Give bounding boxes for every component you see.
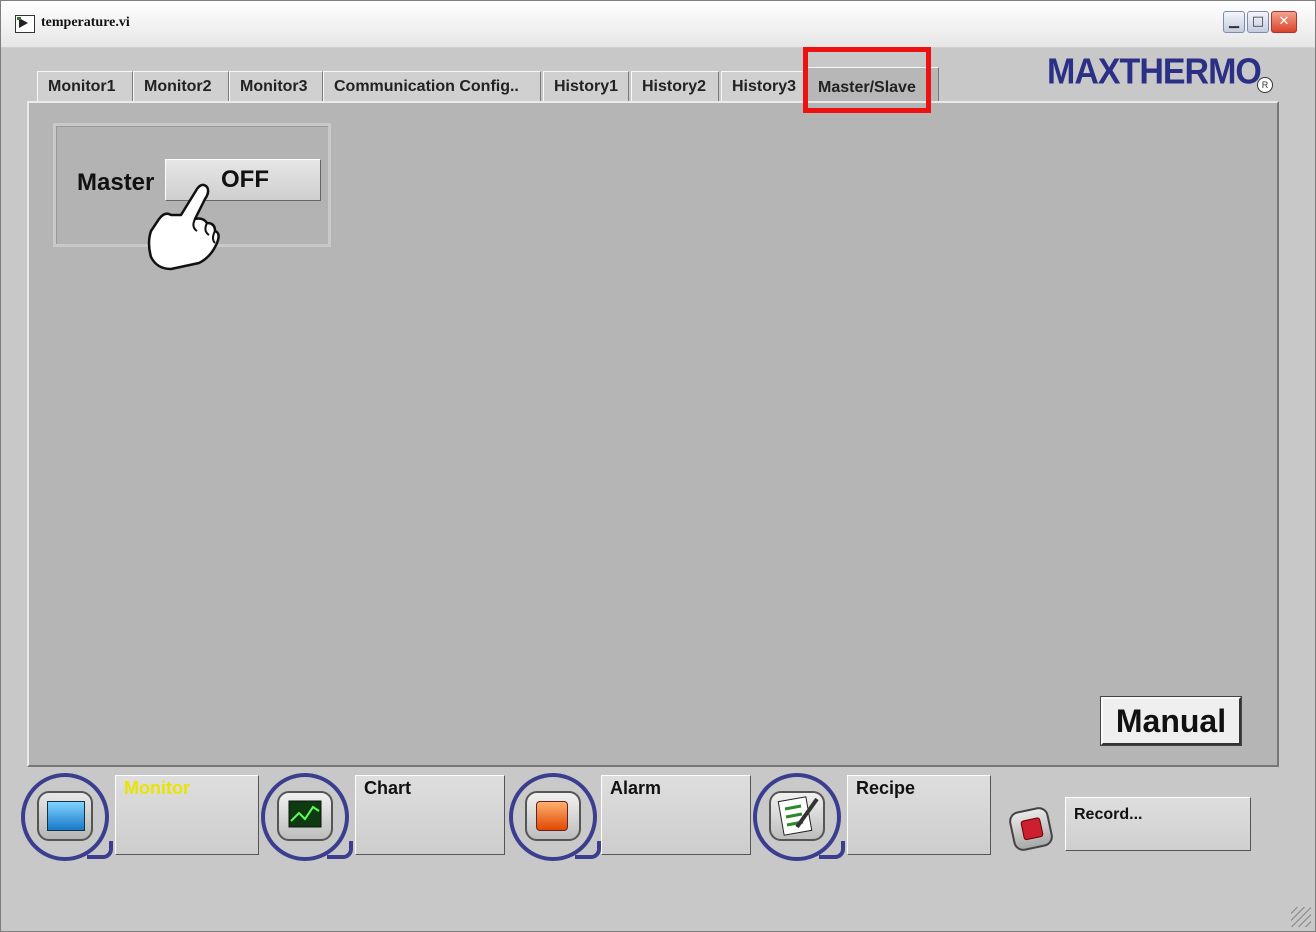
window-title: temperature.vi [41, 15, 130, 30]
monitor-nav-button[interactable]: Monitor [115, 775, 259, 855]
registered-mark: R [1257, 77, 1273, 93]
maxthermo-logo: MAXTHERMO [1047, 52, 1262, 92]
tab-history3[interactable]: History3 [721, 71, 807, 103]
close-button[interactable]: ✕ [1271, 11, 1297, 33]
alarm-gauge-icon[interactable] [509, 773, 601, 861]
recipe-nav-button[interactable]: Recipe [847, 775, 991, 855]
tab-highlight-box [803, 47, 931, 113]
manual-button[interactable]: Manual [1101, 697, 1241, 745]
chart-nav-button[interactable]: Chart [355, 775, 505, 855]
tab-history2[interactable]: History2 [631, 71, 719, 103]
tab-monitor2[interactable]: Monitor2 [133, 71, 229, 103]
maximize-button[interactable]: □ [1247, 11, 1269, 33]
tab-history1[interactable]: History1 [543, 71, 629, 103]
title-bar: temperature.vi ▁ □ ✕ [1, 1, 1315, 48]
pointing-hand-icon [147, 183, 220, 271]
chart-monitor-icon[interactable] [261, 773, 353, 861]
tab-monitor1[interactable]: Monitor1 [37, 71, 133, 103]
app-window: temperature.vi ▁ □ ✕ Monitor1 Monitor2 M… [0, 0, 1316, 932]
tab-monitor3[interactable]: Monitor3 [229, 71, 323, 103]
recipe-notepad-icon[interactable] [753, 773, 845, 861]
minimize-button[interactable]: ▁ [1223, 11, 1245, 33]
labview-vi-icon [15, 15, 35, 33]
record-stop-icon[interactable] [1007, 805, 1055, 853]
alarm-nav-button[interactable]: Alarm [601, 775, 751, 855]
monitor-screen-icon[interactable] [21, 773, 113, 861]
resize-grip[interactable] [1291, 907, 1311, 927]
record-button[interactable]: Record... [1065, 797, 1251, 851]
tab-communication-config[interactable]: Communication Config.. [323, 71, 541, 103]
